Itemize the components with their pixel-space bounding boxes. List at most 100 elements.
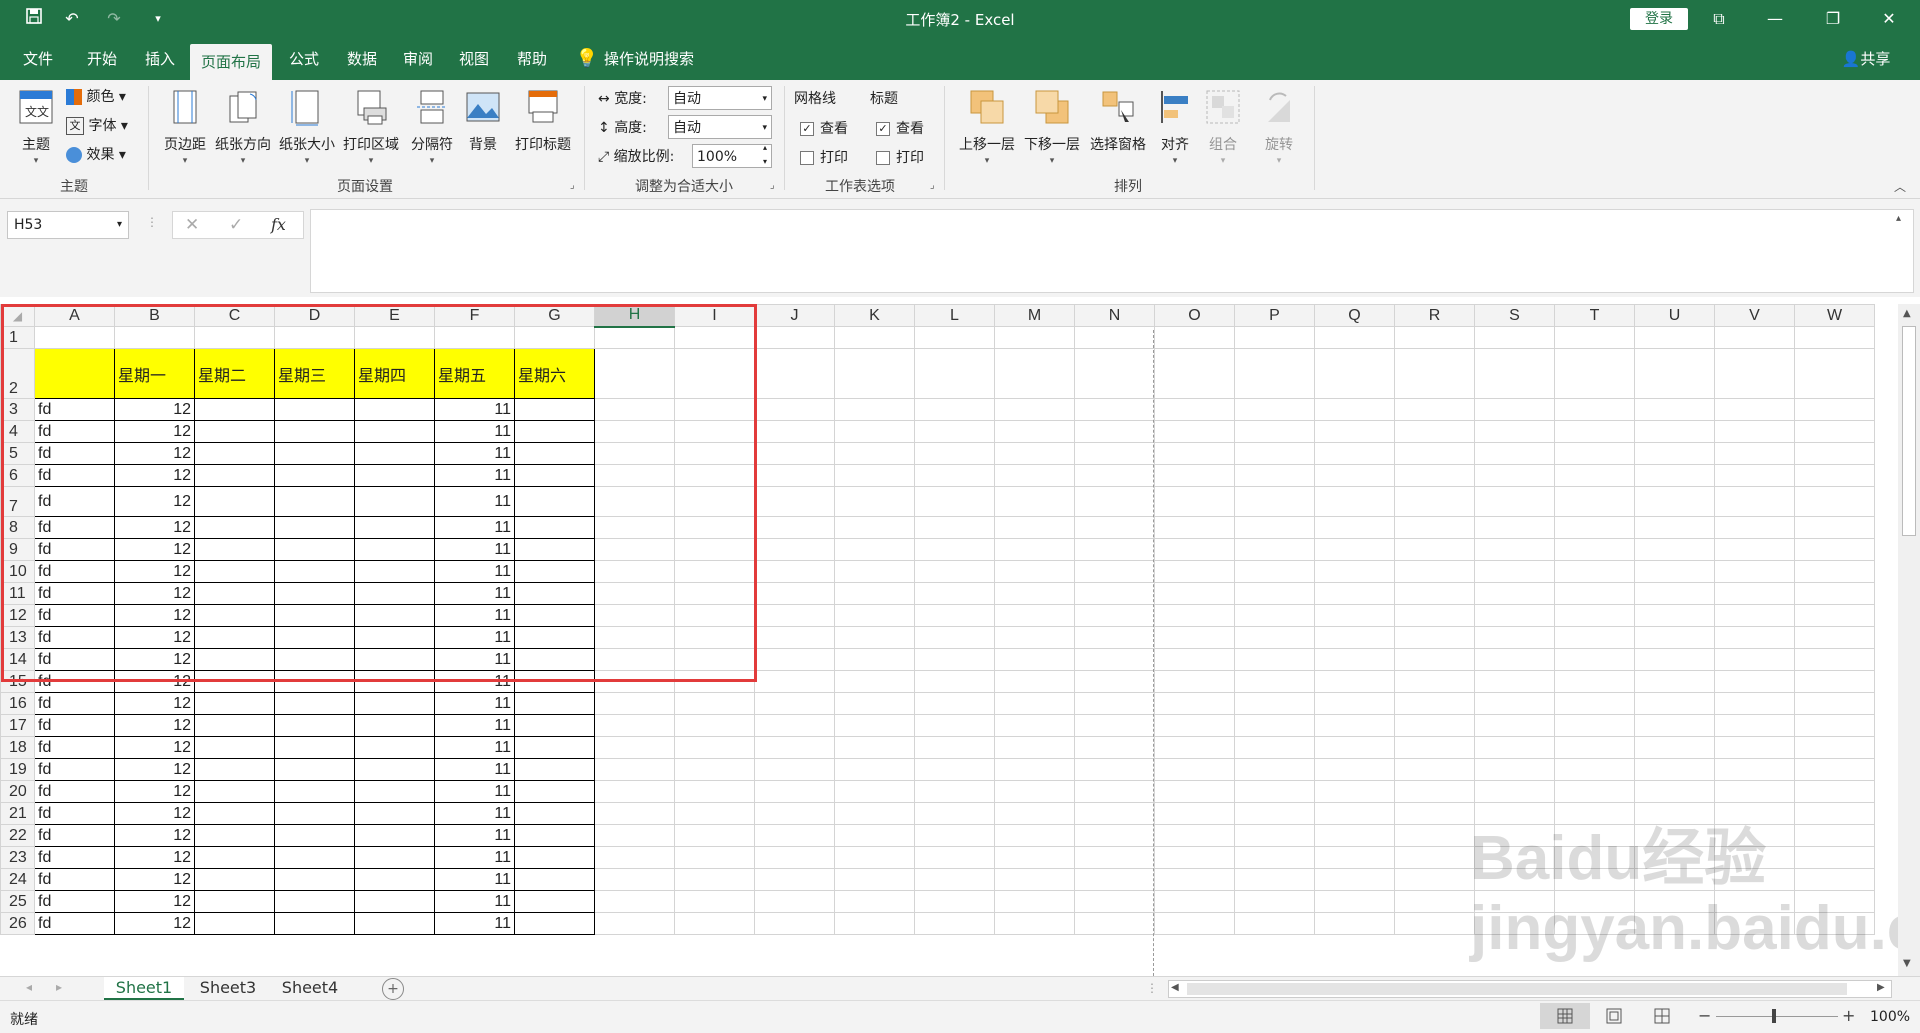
cell[interactable] (194, 912, 275, 935)
cell[interactable] (994, 714, 1075, 737)
cell[interactable] (754, 692, 835, 715)
page-setup-launcher-icon[interactable]: ⌟ (570, 180, 575, 191)
cell[interactable] (194, 516, 275, 539)
restore-button[interactable]: ❐ (1810, 0, 1856, 38)
cell[interactable] (594, 538, 675, 561)
tab-split-handle-icon[interactable]: ⋮ (1146, 981, 1158, 995)
cell[interactable] (594, 626, 675, 649)
tab-review[interactable]: 审阅 (392, 38, 444, 80)
cell[interactable] (274, 604, 355, 627)
cell[interactable] (194, 890, 275, 913)
sheet-tab-sheet3[interactable]: Sheet3 (188, 977, 268, 1001)
cell-b[interactable]: 12 (114, 846, 195, 869)
cell[interactable] (834, 714, 915, 737)
cell[interactable] (1634, 736, 1715, 759)
insert-function-icon[interactable]: fx (271, 215, 286, 234)
cell[interactable] (1394, 780, 1475, 803)
cell[interactable] (674, 648, 755, 671)
cell[interactable] (994, 516, 1075, 539)
cell[interactable] (354, 516, 435, 539)
tab-home[interactable]: 开始 (76, 38, 128, 80)
cell[interactable] (274, 824, 355, 847)
cell[interactable] (434, 326, 515, 349)
cell[interactable] (594, 516, 675, 539)
cell[interactable] (1554, 326, 1635, 349)
cell[interactable] (754, 670, 835, 693)
cell[interactable] (1394, 802, 1475, 825)
cell[interactable] (994, 538, 1075, 561)
column-header-v[interactable]: V (1714, 304, 1795, 327)
cell[interactable] (1154, 780, 1235, 803)
cell[interactable] (1554, 420, 1635, 443)
cell[interactable] (514, 692, 595, 715)
cell[interactable] (1794, 626, 1875, 649)
breaks-button[interactable]: 分隔符 ▾ (404, 88, 460, 166)
cell[interactable] (194, 420, 275, 443)
cell-f[interactable]: 11 (434, 846, 515, 869)
cell[interactable] (1474, 670, 1555, 693)
tab-insert[interactable]: 插入 (134, 38, 186, 80)
cell[interactable] (754, 326, 835, 349)
cell-a[interactable]: fd (34, 868, 115, 891)
tab-page-layout[interactable]: 页面布局 (190, 44, 272, 80)
cell[interactable] (834, 736, 915, 759)
cell[interactable] (914, 538, 995, 561)
cell[interactable] (1314, 398, 1395, 421)
tab-view[interactable]: 视图 (448, 38, 500, 80)
cell[interactable] (674, 714, 755, 737)
column-header-r[interactable]: R (1394, 304, 1475, 327)
column-header-d[interactable]: D (274, 304, 355, 327)
collapse-ribbon-icon[interactable]: ︿ (1894, 178, 1906, 195)
cell[interactable] (1234, 714, 1315, 737)
cell[interactable] (754, 604, 835, 627)
cell[interactable] (594, 780, 675, 803)
cell[interactable] (1074, 714, 1155, 737)
cell[interactable] (194, 802, 275, 825)
scale-spinner[interactable]: 100% ▴ ▾ (692, 143, 772, 168)
cell[interactable] (1634, 648, 1715, 671)
row-header[interactable]: 22 (0, 824, 35, 847)
cell[interactable] (1394, 736, 1475, 759)
row-header[interactable]: 3 (0, 398, 35, 421)
send-backward-button[interactable]: 下移一层 ▾ (1020, 88, 1084, 166)
cell[interactable] (1634, 538, 1715, 561)
column-header-k[interactable]: K (834, 304, 915, 327)
select-all-corner[interactable]: ◢ (0, 304, 35, 327)
cell[interactable] (1314, 648, 1395, 671)
cell[interactable] (194, 780, 275, 803)
cell[interactable] (1394, 486, 1475, 517)
cell[interactable] (594, 486, 675, 517)
cell[interactable] (274, 714, 355, 737)
cell[interactable] (194, 582, 275, 605)
cell[interactable] (514, 486, 595, 517)
cell[interactable] (834, 824, 915, 847)
cell[interactable] (674, 420, 755, 443)
cell[interactable] (1154, 582, 1235, 605)
cell[interactable] (994, 780, 1075, 803)
cell[interactable] (1474, 758, 1555, 781)
row-header[interactable]: 10 (0, 560, 35, 583)
cell-a[interactable]: fd (34, 846, 115, 869)
cell-f[interactable]: 11 (434, 758, 515, 781)
row-header[interactable]: 9 (0, 538, 35, 561)
cell[interactable] (1714, 560, 1795, 583)
cell[interactable] (594, 868, 675, 891)
cell[interactable] (1314, 846, 1395, 869)
cell[interactable] (1234, 670, 1315, 693)
orientation-button[interactable]: 纸张方向 ▾ (212, 88, 274, 166)
size-button[interactable]: 纸张大小 ▾ (276, 88, 338, 166)
cell[interactable] (1714, 692, 1795, 715)
cell[interactable] (1714, 604, 1795, 627)
cell[interactable] (1554, 714, 1635, 737)
cell[interactable] (674, 736, 755, 759)
cell[interactable] (674, 802, 755, 825)
cell[interactable] (274, 648, 355, 671)
cell[interactable] (194, 824, 275, 847)
header-cell[interactable] (34, 348, 115, 399)
column-header-j[interactable]: J (754, 304, 835, 327)
cell[interactable] (1394, 824, 1475, 847)
cell[interactable] (1314, 824, 1395, 847)
group-objects-button[interactable]: 组合 ▾ (1200, 88, 1246, 166)
cell[interactable] (1314, 348, 1395, 399)
row-header[interactable]: 1 (0, 326, 35, 349)
